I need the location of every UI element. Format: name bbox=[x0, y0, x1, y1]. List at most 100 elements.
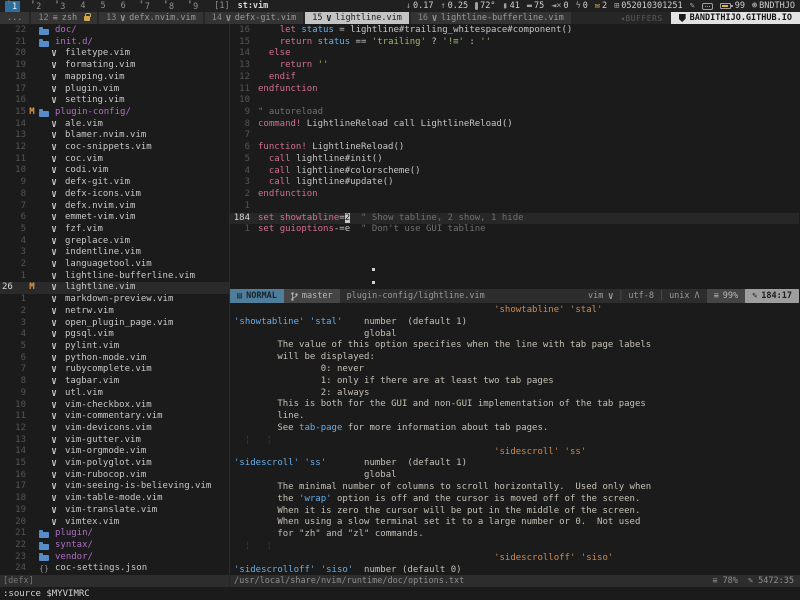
help-line[interactable]: line. bbox=[234, 411, 799, 423]
code-line[interactable]: 1set guioptions-=e " Don't use GUI tabli… bbox=[230, 224, 799, 236]
tree-item[interactable]: 16Vvim-rubocop.vim bbox=[0, 470, 229, 482]
tmux-window-4[interactable]: 4 bbox=[77, 0, 88, 12]
help-line[interactable]: global bbox=[234, 329, 799, 341]
help-line[interactable]: for "zh" and "zl" commands. bbox=[234, 529, 799, 541]
help-line[interactable]: The value of this option specifies when … bbox=[234, 340, 799, 352]
tree-item[interactable]: 21init.d/ bbox=[0, 37, 229, 49]
tree-item[interactable]: 8Vdefx-icons.vim bbox=[0, 189, 229, 201]
help-window[interactable]: 'showtabline' 'stal''showtabline' 'stal'… bbox=[230, 303, 799, 575]
tree-item[interactable]: 1Vlightline-bufferline.vim bbox=[0, 271, 229, 283]
buffer-tab-lightline-bufferline.vim[interactable]: 16Vlightline-bufferline.vim bbox=[411, 12, 571, 24]
tree-item[interactable]: 5Vpylint.vim bbox=[0, 341, 229, 353]
buffer-tab-defx-git.vim[interactable]: 14Vdefx-git.vim bbox=[205, 12, 304, 24]
tree-item[interactable]: 7Vrubycomplete.vim bbox=[0, 364, 229, 376]
code-line[interactable]: 7 bbox=[230, 130, 799, 142]
tree-item[interactable]: 4Vpgsql.vim bbox=[0, 329, 229, 341]
help-line[interactable]: 'sidescroll' 'ss' bbox=[234, 447, 799, 459]
tree-item[interactable]: 26MVlightline.vim bbox=[0, 282, 229, 294]
tmux-window-1[interactable]: ▘1 bbox=[5, 1, 20, 13]
tree-item[interactable]: 11Vvim-commentary.vim bbox=[0, 411, 229, 423]
help-line[interactable]: ¦ ¦ bbox=[234, 435, 799, 447]
help-line[interactable]: will be displayed: bbox=[234, 352, 799, 364]
tmux-window-2[interactable]: ▘2 bbox=[29, 1, 44, 13]
tree-item[interactable]: 7Vdefx.nvim.vim bbox=[0, 201, 229, 213]
tree-item[interactable]: 9Vdefx-git.vim bbox=[0, 177, 229, 189]
tmux-window-9[interactable]: ▘9 bbox=[186, 1, 201, 13]
tree-item[interactable]: 6Vpython-mode.vim bbox=[0, 353, 229, 365]
buffer-tab-defx.nvim.vim[interactable]: 13Vdefx.nvim.vim bbox=[99, 12, 203, 24]
tmux-window-8[interactable]: ▘8 bbox=[162, 1, 177, 13]
tree-item[interactable]: 15Mplugin-config/ bbox=[0, 107, 229, 119]
help-line[interactable]: The minimal number of columns to scroll … bbox=[234, 482, 799, 494]
tree-item[interactable]: 5Vfzf.vim bbox=[0, 224, 229, 236]
code-window[interactable]: 16 let status = lightline#trailing_white… bbox=[230, 24, 799, 289]
buffer-tab-lightline.vim[interactable]: 15Vlightline.vim bbox=[305, 12, 409, 24]
tree-item[interactable]: 12Vvim-devicons.vim bbox=[0, 423, 229, 435]
tree-item[interactable]: 15Vvim-polyglot.vim bbox=[0, 458, 229, 470]
tree-item[interactable]: 11Vcoc.vim bbox=[0, 154, 229, 166]
help-line[interactable]: 'sidescrolloff' 'siso' number (default 0… bbox=[234, 565, 799, 575]
tree-item[interactable]: 14Vvim-orgmode.vim bbox=[0, 446, 229, 458]
buffer-tab-zsh[interactable]: 12≡zsh bbox=[31, 12, 97, 24]
tree-item[interactable]: 17Vvim-seeing-is-believing.vim bbox=[0, 481, 229, 493]
tree-item[interactable]: 20Vvimtex.vim bbox=[0, 517, 229, 529]
code-line[interactable]: 12 endif bbox=[230, 72, 799, 84]
help-line[interactable]: See tab-page for more information about … bbox=[234, 423, 799, 435]
code-line[interactable]: 13 return '' bbox=[230, 60, 799, 72]
help-line[interactable]: 'showtabline' 'stal' number (default 1) bbox=[234, 317, 799, 329]
help-line[interactable]: 'showtabline' 'stal' bbox=[234, 305, 799, 317]
code-line[interactable]: 3 call lightline#update() bbox=[230, 177, 799, 189]
help-line[interactable]: This is both for the GUI and non-GUI imp… bbox=[234, 399, 799, 411]
code-line[interactable]: 2endfunction bbox=[230, 189, 799, 201]
tree-item[interactable]: 23vendor/ bbox=[0, 552, 229, 564]
help-line[interactable]: the 'wrap' option is off and the cursor … bbox=[234, 494, 799, 506]
tree-item[interactable]: 13Vvim-gutter.vim bbox=[0, 435, 229, 447]
help-line[interactable]: 0: never bbox=[234, 364, 799, 376]
tree-item[interactable]: 10Vcodi.vim bbox=[0, 165, 229, 177]
code-line[interactable]: 15 return status == 'trailing' ? '!≡' : … bbox=[230, 37, 799, 49]
tree-item[interactable]: 19Vvim-translate.vim bbox=[0, 505, 229, 517]
tree-item[interactable]: 22syntax/ bbox=[0, 540, 229, 552]
tmux-window-5[interactable]: 5 bbox=[98, 0, 109, 12]
help-line[interactable]: When it is zero the cursor will be put i… bbox=[234, 506, 799, 518]
help-line[interactable]: 2: always bbox=[234, 388, 799, 400]
tree-item[interactable]: 24{}coc-settings.json bbox=[0, 563, 229, 575]
tree-item[interactable]: 4Vgreplace.vim bbox=[0, 236, 229, 248]
tmux-window-7[interactable]: ▘7 bbox=[138, 1, 153, 13]
command-line[interactable]: :source $MYVIMRC bbox=[0, 587, 800, 600]
tmux-window-6[interactable]: 6 bbox=[118, 0, 129, 12]
tree-item[interactable]: 13Vblamer.nvim.vim bbox=[0, 130, 229, 142]
help-line[interactable]: ¦ ¦ bbox=[234, 541, 799, 553]
tree-item[interactable]: 20Vfiletype.vim bbox=[0, 48, 229, 60]
tree-item[interactable]: 21plugin/ bbox=[0, 528, 229, 540]
code-line[interactable]: 4 call lightline#colorscheme() bbox=[230, 166, 799, 178]
tree-item[interactable]: 8Vtagbar.vim bbox=[0, 376, 229, 388]
tree-item[interactable]: 6Vemmet-vim.vim bbox=[0, 212, 229, 224]
tree-item[interactable]: 2Vlanguagetool.vim bbox=[0, 259, 229, 271]
tree-item[interactable]: 2Vnetrw.vim bbox=[0, 306, 229, 318]
code-line[interactable]: 10 bbox=[230, 95, 799, 107]
code-line[interactable]: 6function! LightlineReload() bbox=[230, 142, 799, 154]
tree-item[interactable]: 9Vutl.vim bbox=[0, 388, 229, 400]
tree-item[interactable]: 1Vmarkdown-preview.vim bbox=[0, 294, 229, 306]
tree-item[interactable]: 17Vplugin.vim bbox=[0, 84, 229, 96]
tree-item[interactable]: 12Vcoc-snippets.vim bbox=[0, 142, 229, 154]
tree-item[interactable]: 16Vsetting.vim bbox=[0, 95, 229, 107]
tree-item[interactable]: 22doc/ bbox=[0, 25, 229, 37]
code-line[interactable]: 1 bbox=[230, 201, 799, 213]
code-line[interactable]: 184set showtabline=2 " Show tabline, 2 s… bbox=[230, 213, 799, 225]
help-line[interactable]: When using a slow terminal set it to a l… bbox=[234, 517, 799, 529]
code-line[interactable]: 8command! LightlineReload call Lightline… bbox=[230, 119, 799, 131]
help-line[interactable]: 'sidescrolloff' 'siso' bbox=[234, 553, 799, 565]
tree-item[interactable]: 19Vformating.vim bbox=[0, 60, 229, 72]
code-line[interactable]: 11endfunction bbox=[230, 84, 799, 96]
buffer-overflow-indicator[interactable]: ... bbox=[0, 12, 29, 24]
help-line[interactable]: global bbox=[234, 470, 799, 482]
code-line[interactable]: 9" autoreload bbox=[230, 107, 799, 119]
tree-item[interactable]: 3Vindentline.vim bbox=[0, 247, 229, 259]
tree-item[interactable]: 10Vvim-checkbox.vim bbox=[0, 400, 229, 412]
code-line[interactable]: 5 call lightline#init() bbox=[230, 154, 799, 166]
tmux-window-3[interactable]: ▘3 bbox=[53, 1, 68, 13]
code-line[interactable]: 16 let status = lightline#trailing_white… bbox=[230, 25, 799, 37]
help-line[interactable]: 'sidescroll' 'ss' number (default 1) bbox=[234, 458, 799, 470]
